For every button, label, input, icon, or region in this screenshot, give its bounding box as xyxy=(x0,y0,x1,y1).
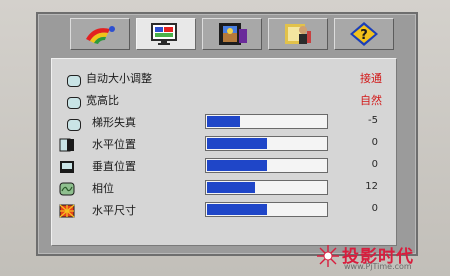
tab-help[interactable]: ? xyxy=(334,18,394,50)
horizontal-position-slider[interactable] xyxy=(205,136,328,151)
row-value: 0 xyxy=(371,203,378,214)
row-vertical-position[interactable]: 垂直位置 0 xyxy=(52,155,396,177)
row-value: 0 xyxy=(371,137,378,148)
starburst-logo-icon xyxy=(317,245,339,267)
row-value: 接通 xyxy=(360,72,382,85)
settings-panel: 自动大小调整 接通 宽高比 自然 梯形失真 -5 水平位置 0 垂直位置 0 相… xyxy=(51,58,397,246)
slider-fill xyxy=(207,138,267,149)
slider-fill xyxy=(207,116,241,127)
vertical-position-slider[interactable] xyxy=(205,158,328,173)
screen-auto-size-icon xyxy=(59,71,81,87)
row-phase[interactable]: 相位 12 xyxy=(52,177,396,199)
help-question-icon: ? xyxy=(350,22,378,46)
row-aspect-ratio[interactable]: 宽高比 自然 xyxy=(52,89,396,111)
row-value: 12 xyxy=(365,181,378,192)
row-value: 自然 xyxy=(360,94,382,107)
horizontal-size-icon xyxy=(59,203,75,218)
slider-fill xyxy=(207,160,267,171)
row-horizontal-position[interactable]: 水平位置 0 xyxy=(52,133,396,155)
osd-menu-window: ? 自动大小调整 接通 宽高比 自然 梯形失真 -5 水平位置 0 垂直位置 0… xyxy=(36,12,418,256)
row-label: 宽高比 xyxy=(86,94,119,107)
tab-options[interactable] xyxy=(268,18,328,50)
keystone-icon xyxy=(59,115,81,131)
svg-text:?: ? xyxy=(360,28,368,43)
row-auto-size[interactable]: 自动大小调整 接通 xyxy=(52,67,396,89)
row-label: 垂直位置 xyxy=(92,160,136,173)
horizontal-position-icon xyxy=(59,137,75,152)
row-keystone[interactable]: 梯形失真 -5 xyxy=(52,111,396,133)
row-value: 0 xyxy=(371,159,378,170)
film-setup-icon xyxy=(219,23,247,45)
row-label: 梯形失真 xyxy=(92,116,136,129)
watermark: 投影时代 www.PjTime.com xyxy=(312,242,440,272)
tab-color[interactable] xyxy=(70,18,130,50)
phase-icon xyxy=(59,181,75,196)
person-options-icon xyxy=(285,24,311,44)
color-palette-icon xyxy=(86,26,115,44)
tab-setup[interactable] xyxy=(202,18,262,50)
watermark-url: www.PjTime.com xyxy=(344,262,412,271)
row-label: 自动大小调整 xyxy=(86,72,152,85)
slider-fill xyxy=(207,204,267,215)
phase-slider[interactable] xyxy=(205,180,328,195)
keystone-slider[interactable] xyxy=(205,114,328,129)
display-image-icon xyxy=(151,23,177,45)
horizontal-size-slider[interactable] xyxy=(205,202,328,217)
row-label: 相位 xyxy=(92,182,114,195)
slider-fill xyxy=(207,182,255,193)
row-label: 水平尺寸 xyxy=(92,204,136,217)
aspect-ratio-icon xyxy=(59,93,81,109)
row-horizontal-size[interactable]: 水平尺寸 0 xyxy=(52,199,396,221)
row-value: -5 xyxy=(368,115,378,126)
row-label: 水平位置 xyxy=(92,138,136,151)
tab-image[interactable] xyxy=(136,18,196,50)
menu-tab-bar: ? xyxy=(60,16,394,50)
vertical-position-icon xyxy=(59,159,75,173)
